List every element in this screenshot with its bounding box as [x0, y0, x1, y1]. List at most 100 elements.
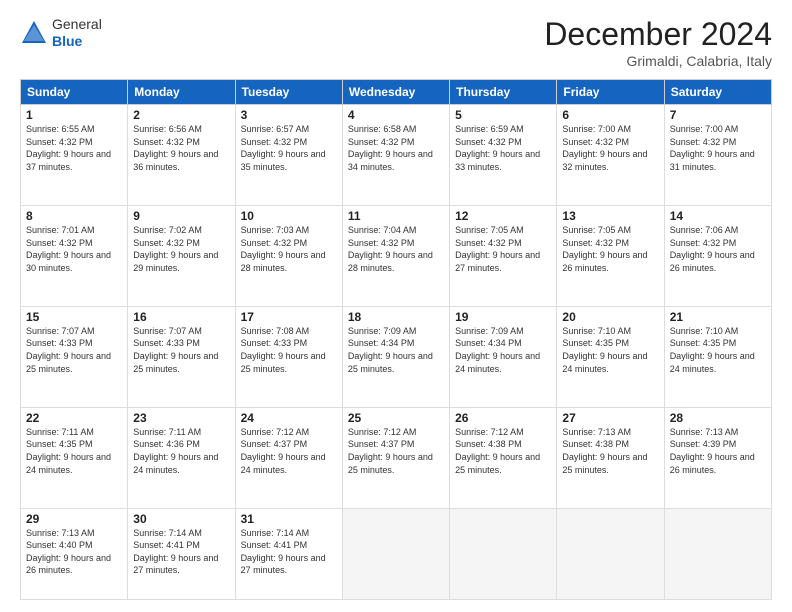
day-info: Sunrise: 7:01 AMSunset: 4:32 PMDaylight:… — [26, 224, 122, 274]
day-number: 20 — [562, 310, 658, 324]
calendar-cell: 6Sunrise: 7:00 AMSunset: 4:32 PMDaylight… — [557, 105, 664, 206]
day-number: 2 — [133, 108, 229, 122]
calendar-cell: 25Sunrise: 7:12 AMSunset: 4:37 PMDayligh… — [342, 407, 449, 508]
day-info: Sunrise: 7:03 AMSunset: 4:32 PMDaylight:… — [241, 224, 337, 274]
day-number: 25 — [348, 411, 444, 425]
day-info: Sunrise: 7:10 AMSunset: 4:35 PMDaylight:… — [670, 325, 766, 375]
day-info: Sunrise: 7:11 AMSunset: 4:36 PMDaylight:… — [133, 426, 229, 476]
day-info: Sunrise: 7:12 AMSunset: 4:38 PMDaylight:… — [455, 426, 551, 476]
day-number: 27 — [562, 411, 658, 425]
calendar-cell: 18Sunrise: 7:09 AMSunset: 4:34 PMDayligh… — [342, 306, 449, 407]
day-info: Sunrise: 7:12 AMSunset: 4:37 PMDaylight:… — [348, 426, 444, 476]
day-number: 14 — [670, 209, 766, 223]
day-number: 13 — [562, 209, 658, 223]
week-row-3: 15 Sunrise: 7:07 AMSunset: 4:33 PMDayligh… — [21, 306, 772, 407]
day-number: 1 — [26, 108, 122, 122]
calendar-cell — [557, 508, 664, 599]
day-number: 11 — [348, 209, 444, 223]
day-number: 31 — [241, 512, 337, 526]
calendar-cell: 9Sunrise: 7:02 AMSunset: 4:32 PMDaylight… — [128, 205, 235, 306]
day-number: 29 — [26, 512, 122, 526]
day-number: 19 — [455, 310, 551, 324]
calendar-cell: 8Sunrise: 7:01 AMSunset: 4:32 PMDaylight… — [21, 205, 128, 306]
day-info: Sunrise: 6:59 AMSunset: 4:32 PMDaylight:… — [455, 123, 551, 173]
day-number: 22 — [26, 411, 122, 425]
calendar-cell: 11Sunrise: 7:04 AMSunset: 4:32 PMDayligh… — [342, 205, 449, 306]
calendar-cell: 13Sunrise: 7:05 AMSunset: 4:32 PMDayligh… — [557, 205, 664, 306]
calendar-cell: 16Sunrise: 7:07 AMSunset: 4:33 PMDayligh… — [128, 306, 235, 407]
day-info: Sunrise: 7:13 AMSunset: 4:39 PMDaylight:… — [670, 426, 766, 476]
calendar-cell: 23Sunrise: 7:11 AMSunset: 4:36 PMDayligh… — [128, 407, 235, 508]
day-info: Sunrise: 6:56 AMSunset: 4:32 PMDaylight:… — [133, 123, 229, 173]
title-block: December 2024 Grimaldi, Calabria, Italy — [544, 16, 772, 69]
calendar-cell: 2Sunrise: 6:56 AMSunset: 4:32 PMDaylight… — [128, 105, 235, 206]
day-info: Sunrise: 7:04 AMSunset: 4:32 PMDaylight:… — [348, 224, 444, 274]
calendar-cell: 30Sunrise: 7:14 AMSunset: 4:41 PMDayligh… — [128, 508, 235, 599]
week-row-5: 29Sunrise: 7:13 AMSunset: 4:40 PMDayligh… — [21, 508, 772, 599]
location: Grimaldi, Calabria, Italy — [544, 53, 772, 69]
header: General Blue December 2024 Grimaldi, Cal… — [20, 16, 772, 69]
calendar-cell: 27Sunrise: 7:13 AMSunset: 4:38 PMDayligh… — [557, 407, 664, 508]
calendar-cell — [450, 508, 557, 599]
calendar-cell: 1Sunrise: 6:55 AMSunset: 4:32 PMDaylight… — [21, 105, 128, 206]
day-info: Sunrise: 6:58 AMSunset: 4:32 PMDaylight:… — [348, 123, 444, 173]
day-info: Sunrise: 7:05 AMSunset: 4:32 PMDaylight:… — [562, 224, 658, 274]
header-monday: Monday — [128, 80, 235, 105]
calendar-cell: 10Sunrise: 7:03 AMSunset: 4:32 PMDayligh… — [235, 205, 342, 306]
calendar-table: SundayMondayTuesdayWednesdayThursdayFrid… — [20, 79, 772, 600]
calendar-cell: 20Sunrise: 7:10 AMSunset: 4:35 PMDayligh… — [557, 306, 664, 407]
day-info: Sunrise: 7:00 AMSunset: 4:32 PMDaylight:… — [670, 123, 766, 173]
day-info: Sunrise: 6:55 AMSunset: 4:32 PMDaylight:… — [26, 123, 122, 173]
day-number: 28 — [670, 411, 766, 425]
calendar-cell — [342, 508, 449, 599]
day-info: Sunrise: 7:07 AMSunset: 4:33 PMDaylight:… — [133, 325, 229, 375]
header-tuesday: Tuesday — [235, 80, 342, 105]
week-row-2: 8Sunrise: 7:01 AMSunset: 4:32 PMDaylight… — [21, 205, 772, 306]
header-friday: Friday — [557, 80, 664, 105]
logo-icon — [20, 19, 48, 47]
day-info: Sunrise: 7:12 AMSunset: 4:37 PMDaylight:… — [241, 426, 337, 476]
calendar-cell: 21Sunrise: 7:10 AMSunset: 4:35 PMDayligh… — [664, 306, 771, 407]
header-saturday: Saturday — [664, 80, 771, 105]
calendar-cell: 5Sunrise: 6:59 AMSunset: 4:32 PMDaylight… — [450, 105, 557, 206]
calendar-cell: 22Sunrise: 7:11 AMSunset: 4:35 PMDayligh… — [21, 407, 128, 508]
day-info: Sunrise: 7:02 AMSunset: 4:32 PMDaylight:… — [133, 224, 229, 274]
day-info: Sunrise: 6:57 AMSunset: 4:32 PMDaylight:… — [241, 123, 337, 173]
logo-text: General Blue — [52, 16, 102, 50]
header-row: SundayMondayTuesdayWednesdayThursdayFrid… — [21, 80, 772, 105]
day-number: 5 — [455, 108, 551, 122]
day-number: 9 — [133, 209, 229, 223]
day-info: Sunrise: 7:06 AMSunset: 4:32 PMDaylight:… — [670, 224, 766, 274]
day-number: 15 — [26, 310, 122, 324]
calendar-cell: 3Sunrise: 6:57 AMSunset: 4:32 PMDaylight… — [235, 105, 342, 206]
day-info: Sunrise: 7:05 AMSunset: 4:32 PMDaylight:… — [455, 224, 551, 274]
day-info: Sunrise: 7:00 AMSunset: 4:32 PMDaylight:… — [562, 123, 658, 173]
calendar-cell: 7Sunrise: 7:00 AMSunset: 4:32 PMDaylight… — [664, 105, 771, 206]
day-number: 16 — [133, 310, 229, 324]
calendar-cell: 26Sunrise: 7:12 AMSunset: 4:38 PMDayligh… — [450, 407, 557, 508]
day-number: 30 — [133, 512, 229, 526]
calendar-cell: 28Sunrise: 7:13 AMSunset: 4:39 PMDayligh… — [664, 407, 771, 508]
calendar-cell: 12Sunrise: 7:05 AMSunset: 4:32 PMDayligh… — [450, 205, 557, 306]
week-row-1: 1Sunrise: 6:55 AMSunset: 4:32 PMDaylight… — [21, 105, 772, 206]
calendar-cell: 15Sunrise: 7:07 AMSunset: 4:33 PMDayligh… — [21, 306, 128, 407]
day-number: 6 — [562, 108, 658, 122]
calendar-cell: 19Sunrise: 7:09 AMSunset: 4:34 PMDayligh… — [450, 306, 557, 407]
day-info: Sunrise: 7:09 AMSunset: 4:34 PMDaylight:… — [348, 325, 444, 375]
day-info: Sunrise: 7:08 AMSunset: 4:33 PMDaylight:… — [241, 325, 337, 375]
day-number: 17 — [241, 310, 337, 324]
day-number: 12 — [455, 209, 551, 223]
day-info: Sunrise: 7:11 AMSunset: 4:35 PMDaylight:… — [26, 426, 122, 476]
day-info: Sunrise: 7:13 AMSunset: 4:38 PMDaylight:… — [562, 426, 658, 476]
page: General Blue December 2024 Grimaldi, Cal… — [0, 0, 792, 612]
day-number: 24 — [241, 411, 337, 425]
day-number: 18 — [348, 310, 444, 324]
day-number: 7 — [670, 108, 766, 122]
month-title: December 2024 — [544, 16, 772, 53]
calendar-cell: 17Sunrise: 7:08 AMSunset: 4:33 PMDayligh… — [235, 306, 342, 407]
day-info: Sunrise: 7:13 AMSunset: 4:40 PMDaylight:… — [26, 527, 122, 577]
day-number: 3 — [241, 108, 337, 122]
day-number: 21 — [670, 310, 766, 324]
day-number: 26 — [455, 411, 551, 425]
day-info: Sunrise: 7:09 AMSunset: 4:34 PMDaylight:… — [455, 325, 551, 375]
